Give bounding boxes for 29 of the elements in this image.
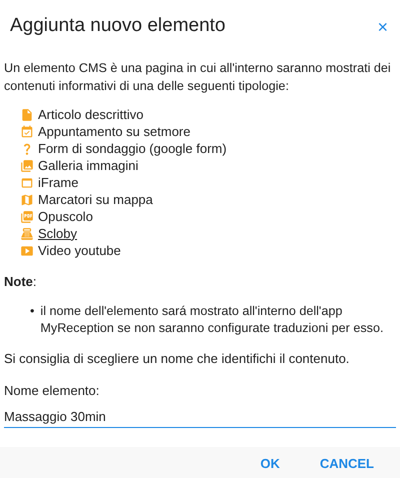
type-label: Galleria immagini [38,156,138,174]
map-icon [20,192,34,206]
type-label: iFrame [38,174,78,192]
type-label: Marcatori su mappa [38,190,153,208]
note-colon: : [32,274,37,289]
close-button[interactable]: × [377,18,388,36]
type-label: Opuscolo [38,208,93,226]
type-link[interactable]: Scloby [38,224,78,242]
name-input-field[interactable]: Massaggio 30min [4,406,396,428]
field-label: Nome elemento: [4,382,100,400]
cash-register-icon [20,226,34,240]
note-heading: Note [4,274,33,289]
intro-text: Un elemento CMS è una pagina in cui all'interno saranno mostrati dei contenuti informativi di una delle seguenti tipologie: [4,60,392,95]
type-label: Video youtube [38,242,121,260]
pdf-icon [20,210,34,224]
dialog-button[interactable]: OK [252,450,288,476]
calendar-check-icon [20,124,34,138]
bullet-marker: • [30,303,34,320]
note-bullet: il nome dell'elemento sará mostrato all'interno dell'app MyReception se non saranno configurate traduzioni per esso. [40,303,384,337]
dialog-button[interactable]: CANCEL [312,450,382,476]
type-label: Articolo descrittivo [38,106,144,124]
type-label: Appuntamento su setmore [38,122,190,140]
dialog-title: Aggiunta nuovo elemento [10,14,226,38]
advice-text: Si consiglia di scegliere un nome che identifichi il contenuto. [4,350,350,368]
file-icon [20,108,34,122]
photo-gallery-icon [20,158,34,172]
play-icon [20,244,34,258]
type-label: Form di sondaggio (google form) [38,140,227,158]
window-icon [20,176,34,190]
